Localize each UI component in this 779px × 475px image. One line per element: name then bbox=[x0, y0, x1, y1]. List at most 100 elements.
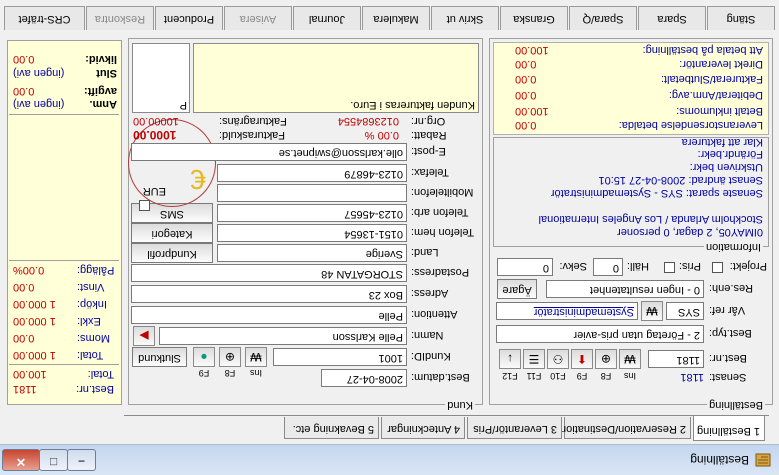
varref-label: Vår ref: bbox=[709, 304, 746, 316]
namn-flag-button[interactable]: ▶ bbox=[133, 326, 155, 346]
mobil-label: Mobiltelefon: bbox=[411, 186, 474, 198]
tab-bestallning[interactable]: 1 Beställning bbox=[693, 415, 765, 441]
fakturagrans-value: 10000.00 bbox=[133, 115, 179, 127]
kund-new-button[interactable]: ₩ bbox=[245, 347, 267, 367]
reskontra-button[interactable]: Reskontra bbox=[86, 6, 154, 30]
projekt-checkbox[interactable] bbox=[712, 262, 723, 273]
kundid-input[interactable]: 1001 bbox=[273, 348, 407, 366]
status-dot-icon: ● bbox=[200, 350, 208, 364]
info-line-4: Senaste sparat: SYS - Systemadministratö… bbox=[550, 187, 763, 199]
kundprofil-button[interactable]: Kundprofil bbox=[131, 243, 213, 263]
orgnr-value: 0123684554 bbox=[337, 115, 399, 127]
spara-button[interactable]: Spara bbox=[638, 6, 706, 30]
varref-name[interactable]: Systemadministratör bbox=[496, 302, 638, 320]
search-order-button[interactable]: ⊕ bbox=[595, 349, 617, 369]
currency-checkbox[interactable] bbox=[139, 200, 150, 211]
journal-button[interactable]: Journal bbox=[293, 6, 361, 30]
side-top-2-value: 0.00 bbox=[13, 85, 35, 97]
tab-anteckningar[interactable]: 4 Anteckningar bbox=[381, 417, 465, 439]
information-label: Information bbox=[703, 241, 763, 253]
side-row-1-value: 1 000.00 bbox=[13, 349, 56, 361]
summary-label-5: Direkt leverantör: bbox=[679, 58, 763, 70]
summary-value-2: 100.00 bbox=[515, 105, 549, 117]
granska-button[interactable]: Granska bbox=[500, 6, 568, 30]
avisera-button[interactable]: Avisera bbox=[224, 6, 292, 30]
summary-value-6: 100.00 bbox=[515, 44, 549, 56]
lookup-icon: ₩ bbox=[646, 304, 658, 318]
group-order-button[interactable]: ⚇ bbox=[547, 349, 569, 369]
side-bestnr-value: 1181 bbox=[13, 383, 37, 395]
summary-value-4: 0.00 bbox=[515, 73, 537, 85]
besttyp-label: Best.typ: bbox=[709, 327, 752, 339]
kund-note-suffix: P bbox=[179, 99, 187, 111]
tab-leverantor[interactable]: 3 Leverantör/Pris bbox=[467, 417, 562, 439]
sekv-input[interactable]: 0 bbox=[497, 258, 553, 276]
tab-bevakning[interactable]: 5 Bevakning etc. bbox=[284, 417, 379, 439]
telefonarb-label: Telefon arb: bbox=[411, 206, 469, 218]
stang-button[interactable]: Stäng bbox=[707, 6, 775, 30]
tab-reservation[interactable]: 2 Reservation/Destination bbox=[560, 417, 691, 439]
spara-q-button[interactable]: Spara/Q bbox=[569, 6, 637, 30]
people-icon: ⚇ bbox=[552, 352, 564, 366]
skriv-ut-button[interactable]: Skriv ut bbox=[431, 6, 499, 30]
senast-value: 1181 bbox=[680, 371, 704, 383]
key-f11: F11 bbox=[526, 371, 542, 381]
side-row-4-label: Inköp: bbox=[77, 298, 107, 310]
pris-checkbox[interactable] bbox=[664, 262, 675, 273]
side-top-2-label: avgift: bbox=[84, 85, 117, 97]
varref-lookup-button[interactable]: ₩ bbox=[641, 301, 663, 321]
epost-label: E-post: bbox=[411, 145, 446, 157]
side-top-4-value: 0.00 bbox=[13, 53, 35, 65]
telefax-input[interactable]: 0123-46879 bbox=[217, 164, 407, 182]
maximize-icon: □ bbox=[49, 455, 58, 469]
sekv-label: Sekv: bbox=[559, 260, 587, 272]
close-button[interactable]: ✕ bbox=[2, 449, 40, 471]
kund-status-button[interactable]: ● bbox=[193, 347, 215, 367]
close-icon: ✕ bbox=[15, 455, 27, 469]
side-row-6-value: 0.00% bbox=[13, 264, 45, 276]
land-select[interactable]: Sverige bbox=[217, 244, 407, 262]
key-f10: F10 bbox=[550, 371, 566, 381]
telefonhem-label: Telefon hem: bbox=[411, 226, 474, 238]
adress-input[interactable]: Box 23 bbox=[131, 285, 407, 303]
besttyp-select[interactable]: 2 - Företag utan pris-avier bbox=[496, 325, 704, 343]
list-order-button[interactable]: ☰ bbox=[523, 349, 545, 369]
producent-button[interactable]: Producent bbox=[155, 6, 223, 30]
telefax-label: Telefax: bbox=[411, 166, 449, 178]
side-top-1-value: (ingen avi) bbox=[13, 98, 65, 110]
info-line-6: Utskriven bekr: bbox=[689, 161, 763, 173]
pris-label: Pris: bbox=[679, 260, 701, 272]
makulera-button[interactable]: Makulera bbox=[362, 6, 430, 30]
attention-input[interactable]: Pelle bbox=[131, 306, 407, 324]
agare-button[interactable]: Ägare bbox=[497, 279, 537, 299]
attention-label: Attention: bbox=[411, 308, 458, 320]
slutkund-button[interactable]: Slutkund bbox=[132, 347, 187, 367]
namn-input[interactable]: Pelle Karlsson bbox=[159, 327, 407, 345]
telefonhem-input[interactable]: 0151-13654 bbox=[217, 224, 407, 242]
maximize-button[interactable]: □ bbox=[39, 449, 68, 471]
telefonarb-input[interactable]: 0123-45657 bbox=[217, 204, 407, 222]
kategori-button[interactable]: Kategori bbox=[131, 223, 213, 243]
hall-input[interactable]: 0 bbox=[593, 258, 623, 276]
resenh-select[interactable]: 0 - Ingen resultatenhet bbox=[546, 280, 704, 298]
crs-trafet-button[interactable]: CRS-träfet bbox=[4, 6, 85, 30]
bestnr-input[interactable]: 1181 bbox=[648, 350, 704, 368]
postadress-input[interactable]: STORGATAN 48 bbox=[131, 264, 407, 282]
new-icon: ₩ bbox=[624, 352, 636, 366]
bestdatum-label: Best.datum: bbox=[411, 371, 470, 383]
varref-code-input[interactable]: SYS bbox=[666, 302, 704, 320]
minimize-button[interactable]: – bbox=[67, 449, 96, 471]
side-top-3-value: (ingen avi) bbox=[13, 67, 65, 79]
new-order-button[interactable]: ₩ bbox=[619, 349, 641, 369]
bestdatum-input[interactable]: 2008-04-27 bbox=[321, 369, 407, 387]
mobil-input[interactable] bbox=[217, 184, 407, 202]
hall-label: Häll: bbox=[626, 260, 649, 272]
side-top-1-label: Anm. bbox=[89, 98, 118, 110]
previous-order-button[interactable]: ⬆ bbox=[571, 349, 593, 369]
key-ins: Ins bbox=[624, 371, 637, 381]
epost-input[interactable]: olle.karlsson@swipnet.se bbox=[131, 143, 407, 161]
currency-code: EUR bbox=[142, 185, 166, 197]
kund-key-f8: F8 bbox=[224, 368, 236, 378]
kund-search-button[interactable]: ⊕ bbox=[219, 347, 241, 367]
next-order-button[interactable]: ↓ bbox=[499, 349, 521, 369]
